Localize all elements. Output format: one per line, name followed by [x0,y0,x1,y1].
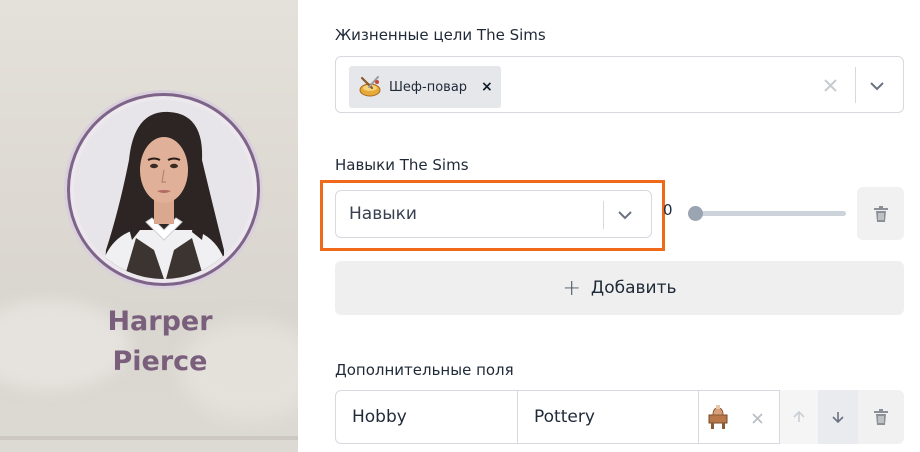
chip-remove-icon[interactable]: × [481,79,493,95]
sim-last-name: Pierce [112,346,208,377]
skill-level-value: 0 [663,201,673,219]
chevron-down-icon[interactable] [617,207,633,223]
move-down-button[interactable] [818,390,858,444]
aspirations-multiselect[interactable]: Шеф-повар × [335,56,904,113]
add-button-label: Добавить [590,278,677,298]
skills-select-placeholder: Навыки [349,204,417,224]
skills-select[interactable]: Навыки [335,190,652,238]
separator [603,201,604,229]
delete-skill-button[interactable] [857,187,904,240]
custom-fields-label: Дополнительные поля [335,361,514,379]
divider [0,436,298,440]
arrow-down-icon [832,412,844,423]
trash-icon [873,205,888,222]
plus-icon: + [562,275,581,301]
skill-level-slider-thumb[interactable] [688,206,703,221]
aspiration-chip-label: Шеф-повар [389,79,468,95]
sim-portrait-image [74,100,253,279]
arrow-up-icon [793,411,805,422]
aspirations-label: Жизненные цели The Sims [335,26,546,44]
skill-level-slider[interactable] [690,211,846,216]
aspiration-chip: Шеф-повар × [349,66,501,108]
custom-field-key-input[interactable]: Hobby [335,390,518,444]
add-skill-button[interactable]: + Добавить [335,261,904,315]
sim-first-name: Harper [107,306,213,337]
delete-field-button[interactable] [858,390,904,444]
sim-portrait [74,100,253,279]
trash-icon [874,409,888,425]
move-up-button[interactable] [780,390,818,444]
avatar [67,93,260,286]
clear-x-icon[interactable] [752,413,763,424]
chef-aspiration-icon [359,76,381,97]
custom-field-key-value: Hobby [352,407,407,427]
clear-x-icon[interactable] [824,79,837,92]
skills-label: Навыки The Sims [335,156,469,174]
profile-panel: Harper Pierce [0,0,298,452]
custom-field-value-input[interactable]: Pottery [517,390,699,444]
separator [855,67,856,103]
custom-field-image-select[interactable] [698,390,780,444]
chevron-down-icon[interactable] [869,78,885,94]
custom-field-value-text: Pottery [534,407,595,427]
pottery-wheel-icon [708,405,728,429]
